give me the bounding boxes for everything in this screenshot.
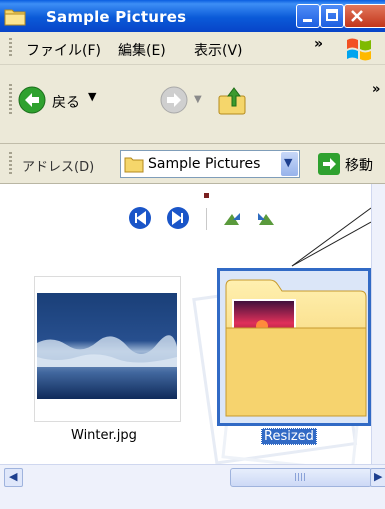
windows-logo-icon xyxy=(347,38,371,61)
up-folder-button[interactable] xyxy=(216,84,248,116)
chevron-down-icon: ▼ xyxy=(284,156,293,169)
address-folder-icon xyxy=(124,157,144,173)
close-button[interactable] xyxy=(344,4,385,28)
menu-overflow[interactable]: » xyxy=(314,36,323,52)
folder-resized-icon xyxy=(225,279,367,417)
maximize-button[interactable] xyxy=(320,4,344,28)
scroll-thumb-grip xyxy=(295,473,307,481)
menu-view[interactable]: 表示(V) xyxy=(194,40,243,60)
address-label: アドレス(D) xyxy=(22,160,95,175)
go-button[interactable] xyxy=(318,153,340,175)
arrow-left-icon: ◀ xyxy=(9,470,18,483)
menu-file[interactable]: ファイル(F) xyxy=(26,40,101,60)
address-grip[interactable] xyxy=(9,152,12,176)
maximize-icon xyxy=(326,9,338,21)
minimize-icon xyxy=(303,19,312,22)
window-title: Sample Pictures xyxy=(46,8,187,26)
forward-dropdown-icon[interactable]: ▼ xyxy=(194,94,202,105)
go-label[interactable]: 移動 xyxy=(345,155,373,175)
toolbar-divider xyxy=(0,143,385,144)
address-dropdown-button[interactable]: ▼ xyxy=(281,152,298,176)
toolbar-grip[interactable] xyxy=(9,84,12,114)
menu-edit[interactable]: 編集(E) xyxy=(118,40,166,60)
back-arrow-icon xyxy=(18,86,46,114)
address-value: Sample Pictures xyxy=(148,156,261,172)
file-name-winter[interactable]: Winter.jpg xyxy=(71,428,137,443)
vertical-scrollbar[interactable] xyxy=(371,184,385,464)
menu-grip[interactable] xyxy=(9,38,12,58)
scroll-left-button[interactable]: ◀ xyxy=(4,468,23,487)
go-arrow-icon xyxy=(323,158,336,170)
winter-image xyxy=(37,293,177,399)
forward-arrow-icon xyxy=(160,86,188,114)
back-button[interactable]: 戻る ▼ xyxy=(18,82,150,118)
forward-button[interactable] xyxy=(160,86,188,118)
arrow-right-icon: ▶ xyxy=(374,470,383,483)
back-label: 戻る xyxy=(52,95,80,111)
close-icon xyxy=(351,10,363,22)
file-name-resized[interactable]: Resized xyxy=(261,428,317,445)
scroll-right-button[interactable]: ▶ xyxy=(370,468,385,487)
minimize-button[interactable] xyxy=(296,4,320,28)
horizontal-scroll-thumb[interactable] xyxy=(230,468,372,487)
folder-icon xyxy=(4,9,26,26)
toolbar-overflow[interactable]: » xyxy=(372,82,380,97)
thumbnail-winter[interactable] xyxy=(34,276,181,422)
back-dropdown-icon[interactable]: ▼ xyxy=(88,90,96,103)
